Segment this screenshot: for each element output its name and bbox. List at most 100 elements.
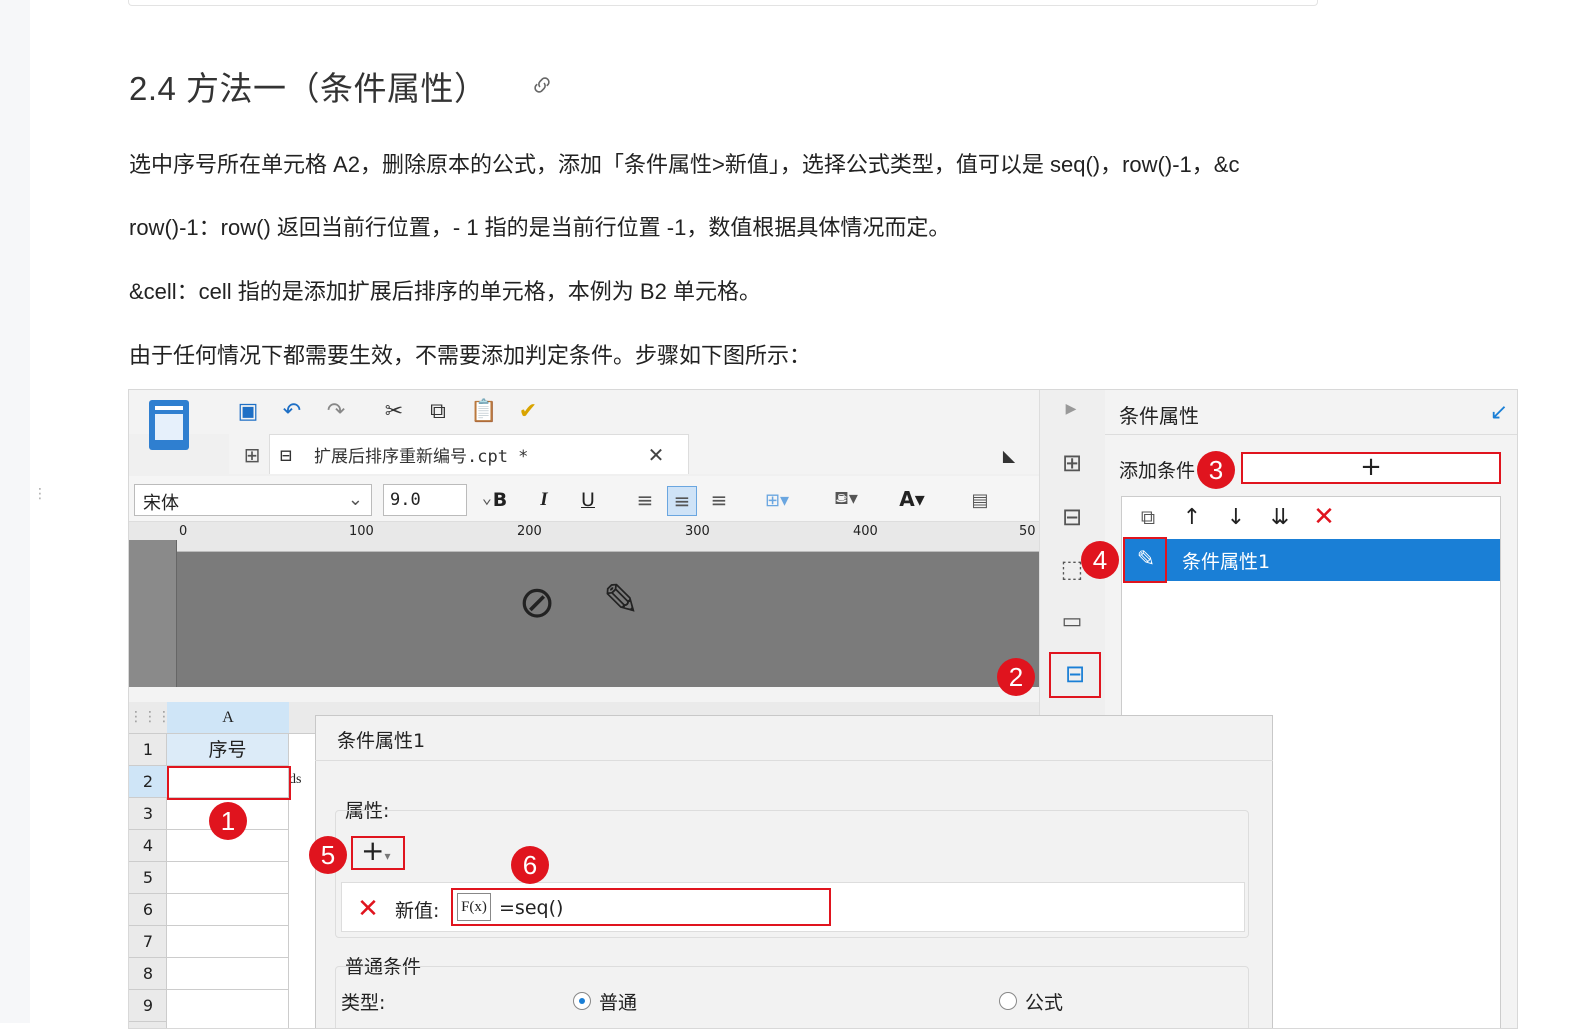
ruler-mark: 50 <box>1019 524 1036 539</box>
form-widget-icon[interactable]: ▭ <box>1055 604 1089 638</box>
vertical-ruler <box>129 540 177 687</box>
cell-element-icon[interactable]: ⊞ <box>1055 446 1089 480</box>
formula-value: =seq() <box>499 897 564 919</box>
select-all-corner[interactable]: ⋮⋮⋮ <box>129 702 171 733</box>
font-size-select[interactable]: 9.0 ⌄ <box>383 484 492 516</box>
left-sidebar-strip <box>0 0 30 1023</box>
file-tab-title: 扩展后排序重新编号.cpt * <box>314 447 529 467</box>
cell-a9[interactable] <box>167 990 289 1028</box>
cell-a1-header[interactable]: 序号 <box>167 734 289 766</box>
copy-icon[interactable]: ⧉ <box>423 396 453 426</box>
radio-formula[interactable] <box>999 992 1017 1010</box>
spacer <box>129 687 1039 703</box>
font-size-value: 9.0 <box>390 490 421 510</box>
formula-input[interactable]: F(x) =seq() <box>451 888 831 926</box>
redo-icon[interactable]: ↷ <box>321 396 351 426</box>
align-left-icon[interactable]: ≡ <box>631 486 659 514</box>
cell-a8[interactable] <box>167 958 289 990</box>
row-number[interactable]: 9 <box>129 990 167 1022</box>
cut-icon[interactable]: ✂ <box>379 396 409 426</box>
font-family-value: 宋体 <box>143 493 179 514</box>
radio-formula-label: 公式 <box>1025 992 1064 1014</box>
highlight-box-4 <box>1123 537 1167 583</box>
save-icon[interactable]: ▣ <box>233 396 263 426</box>
anchor-link-icon[interactable] <box>530 73 554 97</box>
row-number[interactable]: 5 <box>129 862 167 894</box>
bold-icon[interactable]: B <box>487 486 513 514</box>
step-badge-3: 3 <box>1197 451 1235 489</box>
new-value-label: 新值: <box>395 900 440 922</box>
drag-handle[interactable]: ⋮ <box>33 486 47 500</box>
column-header-a[interactable]: A <box>167 702 289 733</box>
fx-icon[interactable]: F(x) <box>457 893 491 921</box>
font-color-icon[interactable]: A▾ <box>889 484 935 514</box>
pencil-edit-icon[interactable]: ✎ <box>591 570 651 630</box>
row-number[interactable]: 8 <box>129 958 167 990</box>
row-number[interactable]: 3 <box>129 798 167 830</box>
copy-condition-icon[interactable]: ⧉ <box>1133 502 1163 532</box>
expand-arrow-icon[interactable]: ▶ <box>1059 396 1083 422</box>
grid-template-icon[interactable]: ⊞ <box>237 440 267 470</box>
radio-normal[interactable] <box>573 992 591 1010</box>
move-down-icon[interactable]: ↓ <box>1221 502 1251 532</box>
italic-icon[interactable]: I <box>531 486 557 514</box>
header-canvas-area <box>129 552 1039 687</box>
format-painter-icon[interactable]: ✔ <box>513 396 543 426</box>
previous-block-border <box>128 0 1318 6</box>
paragraph-3: &cell：cell 指的是添加扩展后排序的单元格，本例为 B2 单元格。 <box>129 279 761 304</box>
condition-item-label: 条件属性1 <box>1182 551 1271 573</box>
align-right-icon[interactable]: ≡ <box>705 486 733 514</box>
close-tab-icon[interactable]: ✕ <box>641 440 671 470</box>
fill-color-icon[interactable]: ⛾▾ <box>823 486 869 514</box>
ruler-mark: 400 <box>853 524 878 539</box>
step-badge-2: 2 <box>997 658 1035 696</box>
selected-cell-highlight <box>167 766 291 800</box>
designer-app-icon[interactable] <box>149 400 189 450</box>
step-badge-6: 6 <box>511 846 549 884</box>
radio-normal-label: 普通 <box>599 992 638 1014</box>
cell-a5[interactable] <box>167 862 289 894</box>
underline-icon[interactable]: U <box>575 486 601 514</box>
undo-icon[interactable]: ↶ <box>277 396 307 426</box>
cell-a7[interactable] <box>167 926 289 958</box>
delete-icon[interactable]: ✕ <box>1309 502 1339 532</box>
condition-list-item[interactable]: 条件属性1 <box>1124 539 1500 581</box>
step-badge-1: 1 <box>209 802 247 840</box>
file-tab[interactable]: ⊟ 扩展后排序重新编号.cpt * <box>269 434 689 474</box>
panel-title: 条件属性 <box>1119 404 1199 428</box>
add-property-button[interactable]: +▾ <box>351 836 405 870</box>
hidden-eye-icon[interactable]: ⊘ <box>507 572 567 632</box>
font-family-select[interactable]: 宋体 ⌄ <box>134 484 372 516</box>
row-number[interactable]: 6 <box>129 894 167 926</box>
border-icon[interactable]: ⊞▾ <box>757 486 797 514</box>
step-badge-4: 4 <box>1081 541 1119 579</box>
paragraph-4: 由于任何情况下都需要生效，不需要添加判定条件。步骤如下图所示： <box>129 343 812 368</box>
cpt-file-icon: ⊟ <box>280 443 293 467</box>
ruler-mark: 300 <box>685 524 710 539</box>
panel-divider <box>1105 434 1517 435</box>
add-condition-label: 添加条件 <box>1119 460 1196 482</box>
row-number[interactable]: 2 <box>129 766 167 798</box>
horizontal-ruler: 0 100 200 300 400 50 <box>129 522 1039 552</box>
paste-icon[interactable]: 📋 <box>469 396 499 426</box>
ruler-mark: 0 <box>179 524 188 539</box>
cell-a6[interactable] <box>167 894 289 926</box>
cell-style-icon[interactable]: ▤ <box>965 486 995 514</box>
tab-menu-icon[interactable]: ◣ <box>994 440 1024 470</box>
dialog-title: 条件属性1 <box>337 730 426 752</box>
row-number[interactable]: 7 <box>129 926 167 958</box>
sort-icon[interactable]: ⇊ <box>1263 502 1297 532</box>
chevron-down-icon: ⌄ <box>347 489 363 510</box>
row-number[interactable]: 4 <box>129 830 167 862</box>
row-number[interactable]: 1 <box>129 734 167 766</box>
move-up-icon[interactable]: ↑ <box>1177 502 1207 532</box>
cell-attribute-icon[interactable]: ⊟ <box>1055 500 1089 534</box>
add-condition-button[interactable]: + <box>1241 452 1501 484</box>
collapse-icon[interactable]: ↙ <box>1485 398 1513 426</box>
remove-property-icon[interactable]: ✕ <box>353 894 383 924</box>
row-header-column: 1 2 3 4 5 6 7 8 9 <box>129 734 167 1028</box>
align-center-icon[interactable]: ≡ <box>667 486 697 516</box>
type-label: 类型: <box>341 992 386 1014</box>
designer-screenshot: ▣ ↶ ↷ ✂ ⧉ 📋 ✔ ⊞ ⊟ 扩展后排序重新编号.cpt * ✕ ◣ 宋体… <box>128 389 1518 1029</box>
condition-group <box>335 966 1249 1028</box>
